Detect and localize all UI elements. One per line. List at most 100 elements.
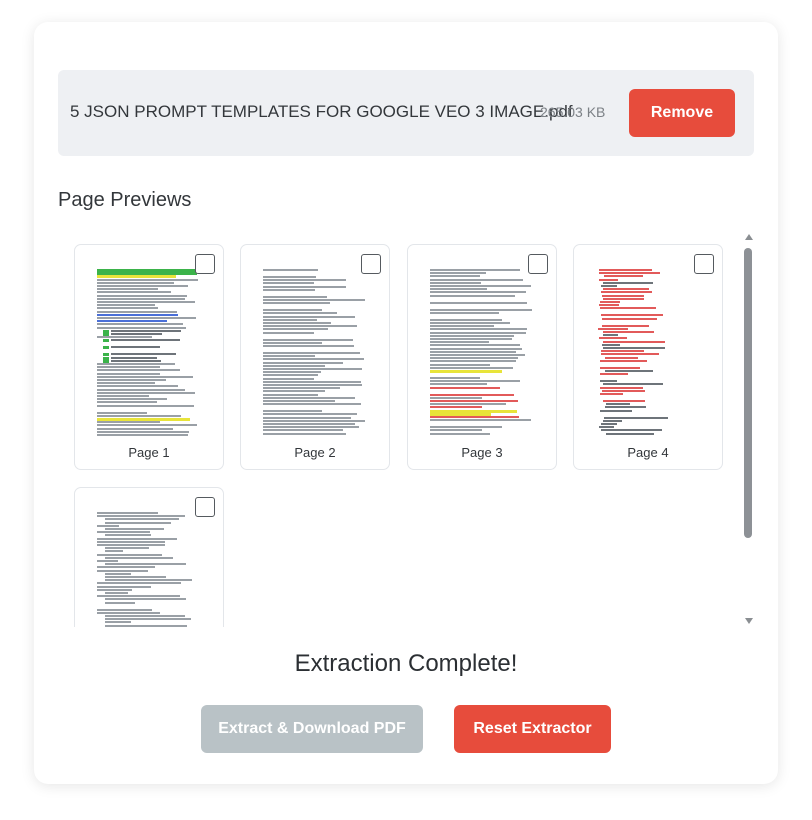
thumbnail-text-line — [599, 373, 629, 376]
thumbnail-text-line — [600, 409, 632, 412]
thumbnail-text-line — [602, 297, 644, 300]
thumbnail-text-line — [430, 426, 503, 429]
page-thumbnail — [97, 261, 201, 437]
thumbnail-text-line — [97, 553, 162, 556]
thumbnail-text-line — [430, 272, 487, 275]
extract-download-button[interactable]: Extract & Download PDF — [201, 705, 423, 753]
thumbnail-text-line — [97, 317, 197, 319]
thumbnail-text-line — [97, 310, 178, 313]
thumbnail-text-line — [601, 324, 649, 327]
thumbnail-text-line — [604, 275, 643, 278]
scroll-down-arrow-icon[interactable] — [745, 618, 753, 624]
page-preview-5[interactable] — [74, 487, 224, 627]
thumbnail-text-line — [97, 427, 173, 430]
page-select-checkbox[interactable] — [195, 497, 215, 517]
thumbnail-text-line — [263, 419, 365, 422]
thumbnail-text-line — [263, 331, 314, 334]
thumbnail-text-line — [97, 291, 171, 294]
thumbnail-text-line — [263, 345, 354, 347]
thumbnail-text-line — [430, 429, 482, 432]
thumbnail-text-line — [602, 400, 645, 402]
thumbnail-text-line — [97, 363, 175, 365]
file-info-bar: 5 JSON PROMPT TEMPLATES FOR GOOGLE VEO 3… — [58, 70, 754, 156]
thumbnail-text-line — [430, 403, 507, 406]
thumbnail-text-line — [430, 341, 490, 344]
thumbnail-text-line — [430, 386, 501, 389]
thumbnail-text-line — [111, 356, 158, 359]
thumbnail-text-line — [111, 353, 177, 356]
page-thumbnail — [430, 261, 534, 437]
reset-extractor-button[interactable]: Reset Extractor — [454, 705, 611, 753]
thumbnail-text-line — [103, 346, 109, 350]
thumbnail-text-line — [430, 357, 519, 360]
page-label: Page 1 — [128, 445, 170, 460]
thumbnail-text-line — [263, 269, 318, 271]
thumbnail-text-line — [600, 359, 648, 362]
page-select-checkbox[interactable] — [361, 254, 381, 274]
page-label: Page 4 — [627, 445, 669, 460]
thumbnail-text-line — [97, 382, 156, 385]
thumbnail-text-line — [263, 368, 363, 370]
page-label: Page 2 — [294, 445, 336, 460]
thumbnail-text-line — [97, 372, 161, 375]
thumbnail-text-line — [105, 621, 131, 624]
thumbnail-text-line — [263, 380, 361, 383]
thumbnail-text-line — [598, 426, 615, 429]
thumbnail-text-line — [430, 301, 528, 304]
thumbnail-text-line — [602, 419, 622, 422]
thumbnail-text-line — [97, 366, 161, 369]
thumbnail-text-line — [97, 326, 186, 329]
page-preview-3[interactable]: Page 3 — [407, 244, 557, 470]
thumbnail-text-line — [605, 403, 631, 406]
thumbnail-text-line — [105, 624, 187, 627]
page-preview-2[interactable]: Page 2 — [240, 244, 390, 470]
thumbnail-text-line — [263, 413, 357, 416]
thumbnail-text-line — [601, 389, 646, 392]
page-label: Page 3 — [461, 445, 503, 460]
scroll-up-arrow-icon[interactable] — [745, 234, 753, 240]
thumbnail-text-line — [97, 608, 152, 611]
file-name: 5 JSON PROMPT TEMPLATES FOR GOOGLE VEO 3… — [70, 102, 573, 121]
thumbnail-text-line — [105, 521, 172, 524]
thumbnail-text-line — [263, 358, 365, 361]
thumbnail-text-line — [263, 390, 326, 393]
thumbnail-text-line — [97, 395, 150, 397]
thumbnail-text-line — [105, 534, 152, 537]
page-select-checkbox[interactable] — [694, 254, 714, 274]
page-previews-grid[interactable]: Page 1 Page 2 Page 3 Page 4 — [34, 232, 778, 627]
thumbnail-text-line — [430, 331, 527, 334]
page-select-checkbox[interactable] — [528, 254, 548, 274]
thumbnail-text-line — [263, 309, 322, 312]
thumbnail-text-line — [605, 370, 653, 372]
thumbnail-text-line — [97, 582, 182, 585]
thumbnail-text-line — [97, 385, 178, 388]
thumbnail-text-line — [97, 307, 158, 310]
thumbnail-text-line — [103, 339, 109, 343]
thumbnail-text-line — [97, 434, 189, 436]
thumbnail-text-line — [601, 429, 663, 432]
thumbnail-text-line — [602, 288, 650, 291]
thumbnail-text-line — [599, 278, 618, 281]
thumbnail-text-line — [263, 361, 344, 364]
thumbnail-text-line — [430, 285, 531, 287]
thumbnail-text-line — [430, 322, 511, 324]
page-select-checkbox[interactable] — [195, 254, 215, 274]
thumbnail-text-line — [601, 314, 664, 317]
thumbnail-text-line — [263, 423, 355, 425]
thumbnail-text-line — [111, 333, 163, 335]
page-thumbnail — [263, 261, 367, 437]
thumbnail-text-line — [97, 585, 151, 588]
scrollbar-thumb[interactable] — [744, 248, 752, 538]
page-preview-1[interactable]: Page 1 — [74, 244, 224, 470]
thumbnail-text-line — [97, 391, 195, 394]
thumbnail-text-line — [263, 276, 316, 278]
page-preview-4[interactable]: Page 4 — [573, 244, 723, 470]
preview-scrollbar[interactable] — [742, 234, 754, 624]
thumbnail-text-line — [97, 336, 152, 339]
remove-file-button[interactable]: Remove — [629, 89, 735, 137]
thumbnail-text-line — [599, 304, 620, 307]
thumbnail-text-line — [97, 297, 185, 300]
thumbnail-text-line — [263, 429, 343, 432]
thumbnail-text-line — [97, 398, 167, 401]
thumbnail-text-line — [97, 421, 161, 424]
